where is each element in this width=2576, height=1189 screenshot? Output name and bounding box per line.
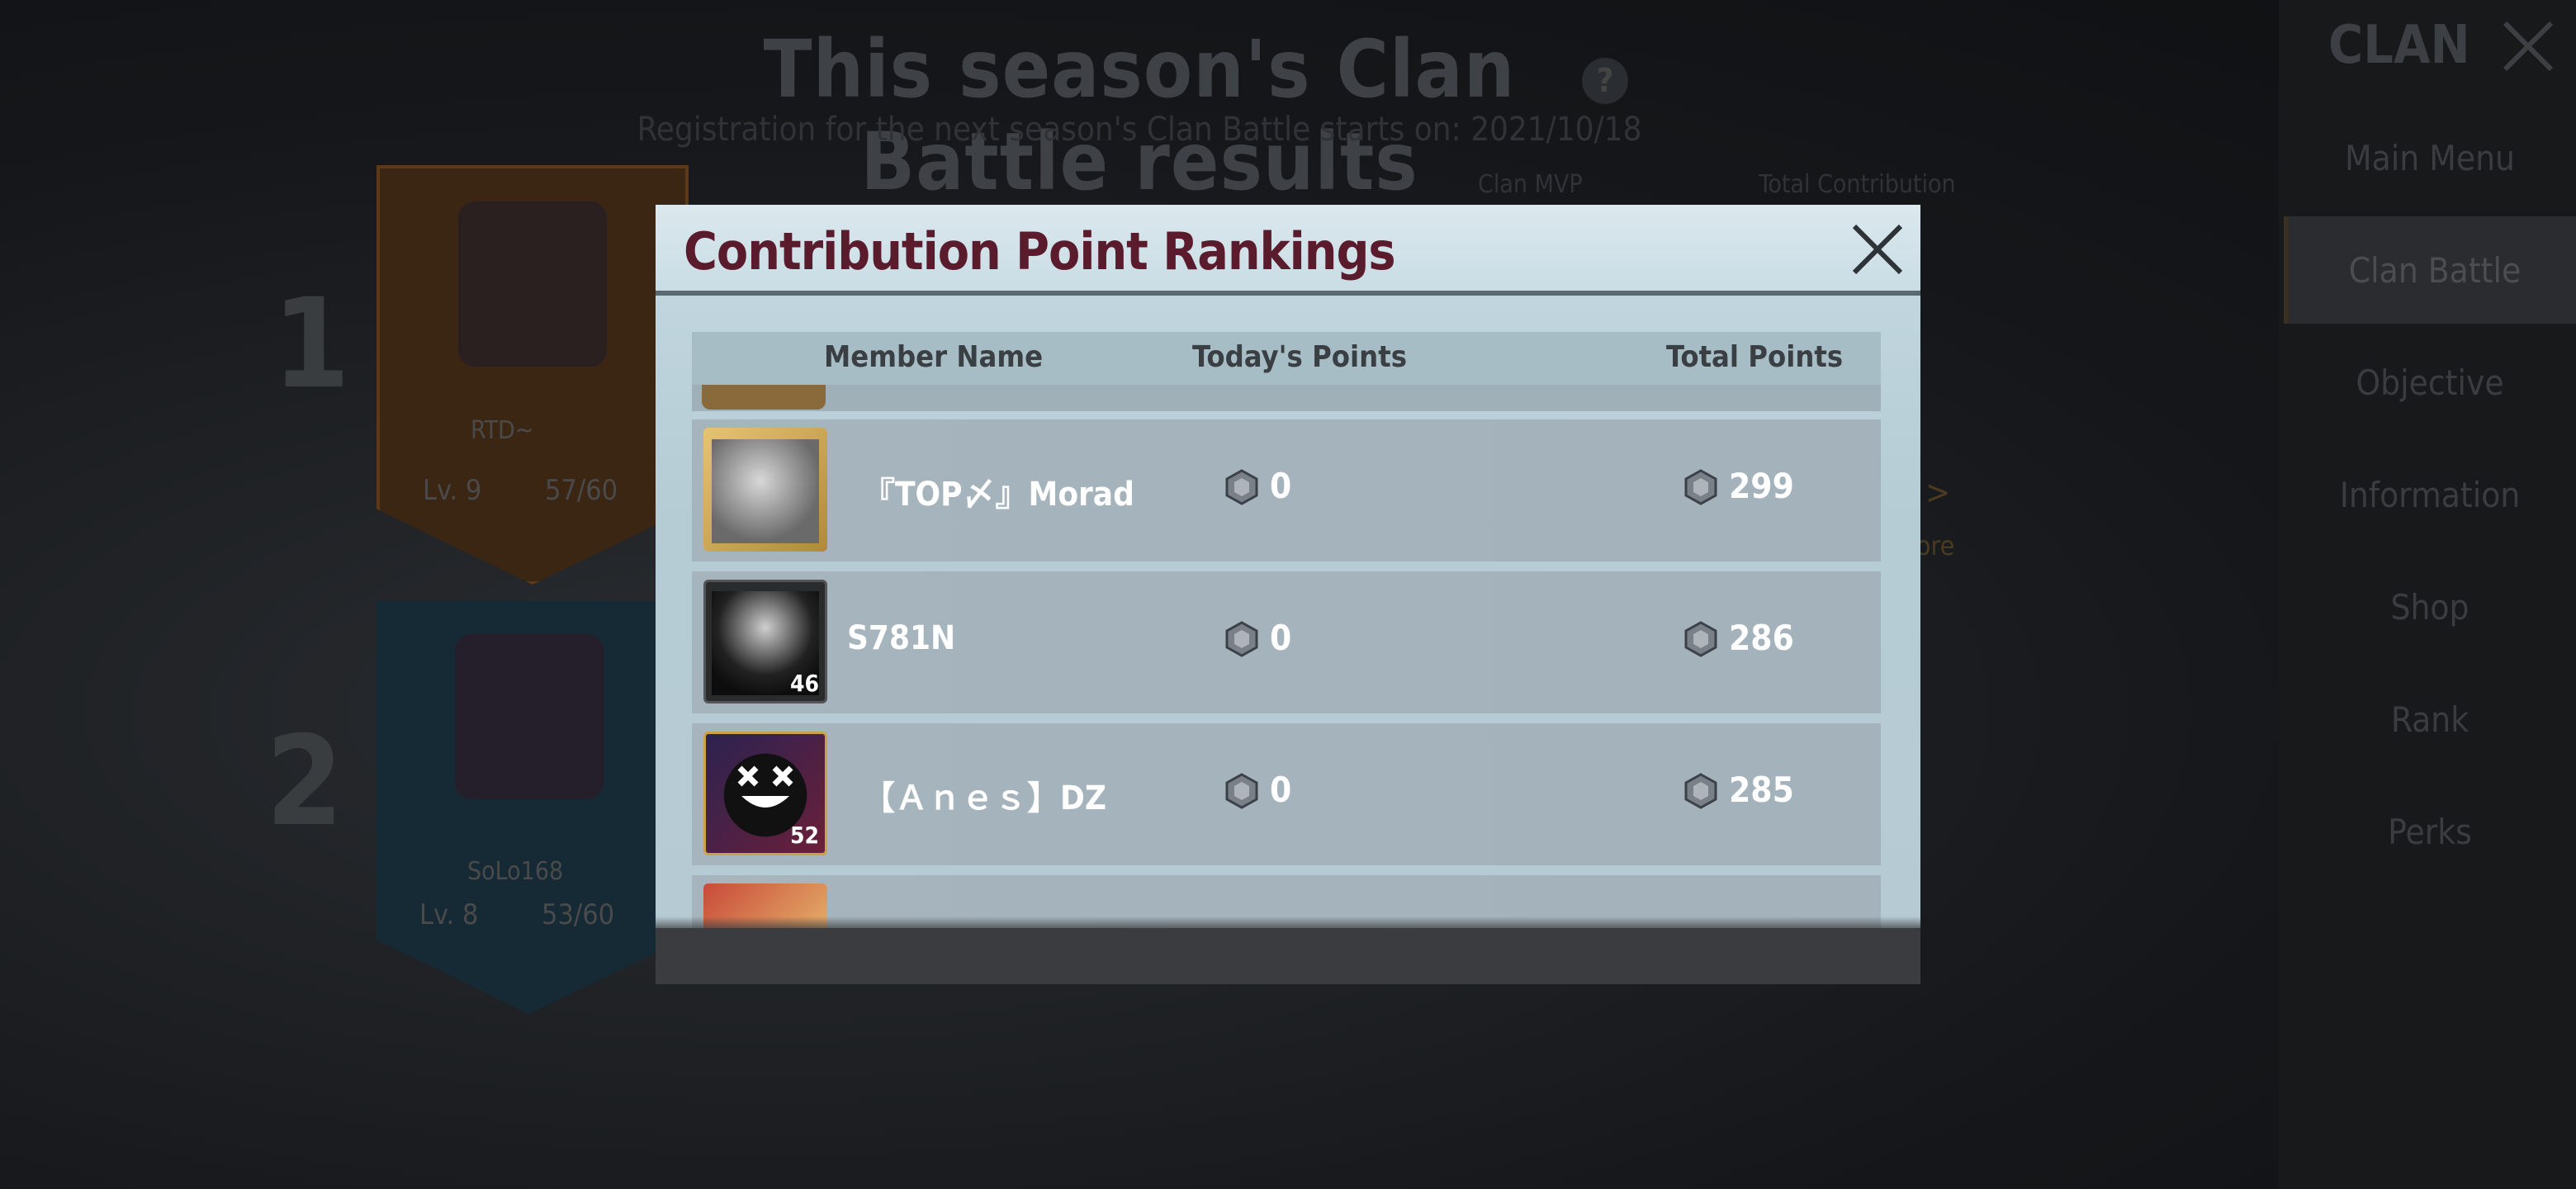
list-item-partial [692, 385, 1881, 411]
chevron-right-icon: > [1925, 474, 1951, 512]
player-level: 46 [789, 670, 819, 697]
todays-points: 0 [1270, 770, 1292, 810]
rank-number-2: 2 [266, 710, 343, 854]
clan-name: SoLo168 [467, 857, 564, 886]
menu-information[interactable]: Information [2284, 441, 2576, 548]
clan-level: Lv. 9 [423, 474, 482, 507]
total-points: 299 [1729, 466, 1794, 506]
clan-mvp-header: Clan MVP [1478, 170, 1583, 199]
column-header-row: Member Name Today's Points Total Points [692, 332, 1881, 385]
points-coin-icon [1225, 621, 1258, 657]
todays-points: 0 [1270, 618, 1292, 658]
menu-clan-battle[interactable]: Clan Battle [2284, 216, 2576, 324]
dialog-footer [656, 928, 1920, 984]
menu-objective[interactable]: Objective [2284, 329, 2576, 436]
total-contribution-header: Total Contribution [1759, 170, 1956, 199]
dialog-title: Contribution Point Rankings [684, 221, 1396, 282]
todays-points: 0 [1270, 466, 1292, 506]
menu-shop[interactable]: Shop [2284, 553, 2576, 661]
avatar[interactable] [703, 428, 827, 552]
col-todays-points: Today's Points [1192, 340, 1407, 374]
clan-members: 57/60 [545, 474, 618, 507]
clan-title: CLAN [2328, 15, 2470, 76]
close-icon[interactable] [2500, 18, 2556, 74]
clan-emblem-icon [455, 634, 604, 799]
col-member-name: Member Name [824, 340, 1044, 374]
list-item[interactable]: 46 S781N 0 286 [692, 571, 1881, 713]
header-divider [656, 291, 1920, 296]
clan-members: 53/60 [542, 898, 615, 931]
clan-banner-2[interactable]: SoLo168 Lv. 8 53/60 [376, 601, 682, 1014]
list-item[interactable]: 『TOP〆』Morad 0 299 [692, 419, 1881, 561]
points-coin-icon [1684, 621, 1717, 657]
points-coin-icon [1684, 773, 1717, 809]
member-name: 『TOP〆』Morad [862, 476, 1134, 514]
points-coin-icon [1225, 773, 1258, 809]
menu-rank[interactable]: Rank [2284, 666, 2576, 773]
points-coin-icon [1225, 469, 1258, 505]
menu-main-menu[interactable]: Main Menu [2284, 104, 2576, 211]
marshmello-face-icon [737, 765, 793, 808]
clan-emblem-icon [458, 201, 607, 367]
points-coin-icon [1684, 469, 1717, 505]
clan-level: Lv. 8 [419, 898, 479, 931]
avatar [702, 385, 826, 410]
member-name: 【Ａｎｅｓ】DZ [862, 779, 1106, 817]
member-name: S781N [847, 619, 956, 657]
contribution-rankings-dialog: Contribution Point Rankings Member Name … [656, 205, 1920, 984]
total-points: 286 [1729, 618, 1794, 658]
menu-perks[interactable]: Perks [2284, 778, 2576, 885]
col-total-points: Total Points [1666, 340, 1844, 374]
clan-name: RTD~ [471, 416, 534, 445]
registration-note: Registration for the next season's Clan … [637, 111, 1642, 149]
help-icon[interactable]: ? [1582, 58, 1628, 104]
total-points: 285 [1729, 770, 1794, 810]
avatar[interactable]: 46 [703, 580, 827, 703]
player-level: 52 [789, 822, 819, 849]
close-icon[interactable] [1844, 216, 1911, 282]
avatar[interactable]: 52 [703, 732, 827, 855]
list-item[interactable]: 52 【Ａｎｅｓ】DZ 0 285 [692, 723, 1881, 865]
clan-banner-1[interactable]: RTD~ Lv. 9 57/60 [376, 165, 689, 585]
rankings-list[interactable]: 『TOP〆』Morad 0 299 46 S781N 0 286 52 【Ａｎｅ… [692, 385, 1881, 941]
rank-number-1: 1 [272, 272, 350, 416]
